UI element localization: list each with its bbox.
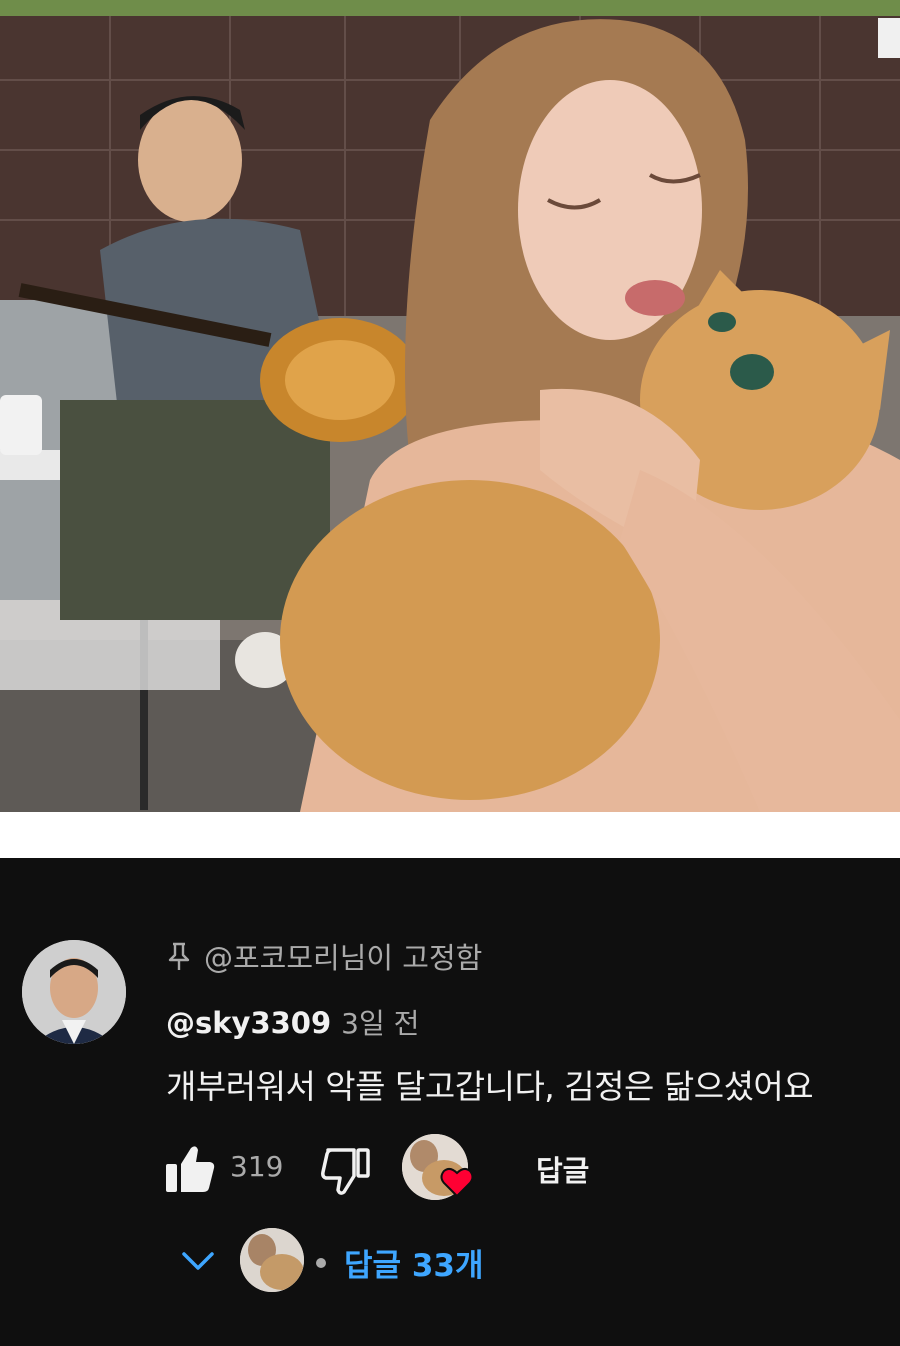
thumbs-up-icon[interactable] — [162, 1144, 216, 1194]
comment-timestamp[interactable]: 3일 전 — [341, 1002, 419, 1042]
comment-username[interactable]: @sky3309 — [166, 1006, 331, 1040]
reply-avatar — [240, 1228, 304, 1292]
comment-body: 개부러워서 악플 달고갑니다, 김정은 닮으셨어요 — [166, 1067, 814, 1106]
comment-actions: 319 답글 — [160, 1134, 860, 1204]
comment-meta: @sky3309 3일 전 — [166, 1002, 419, 1042]
video-still-image — [0, 0, 900, 812]
replies-count-link[interactable]: 답글 33개 — [344, 1240, 484, 1285]
pinned-indicator: @포코모리님이 고정함 — [166, 936, 482, 976]
replies-toggle[interactable]: 답글 33개 — [176, 1228, 676, 1294]
separator — [0, 812, 900, 858]
pinned-label: @포코모리님이 고정함 — [204, 941, 483, 975]
chevron-down-icon[interactable] — [180, 1248, 216, 1274]
separator-dot — [316, 1258, 326, 1268]
pin-icon — [166, 941, 192, 971]
heart-icon — [440, 1166, 474, 1198]
like-count: 319 — [230, 1150, 284, 1183]
commenter-avatar[interactable] — [22, 940, 126, 1044]
thumbs-down-icon[interactable] — [320, 1146, 374, 1196]
video-frame[interactable] — [0, 0, 900, 812]
comment-panel: @포코모리님이 고정함 @sky3309 3일 전 개부러워서 악플 달고갑니다… — [0, 858, 900, 1346]
creator-heart[interactable] — [402, 1134, 474, 1204]
reply-button[interactable]: 답글 — [536, 1148, 589, 1190]
scrollbar[interactable] — [878, 18, 900, 58]
